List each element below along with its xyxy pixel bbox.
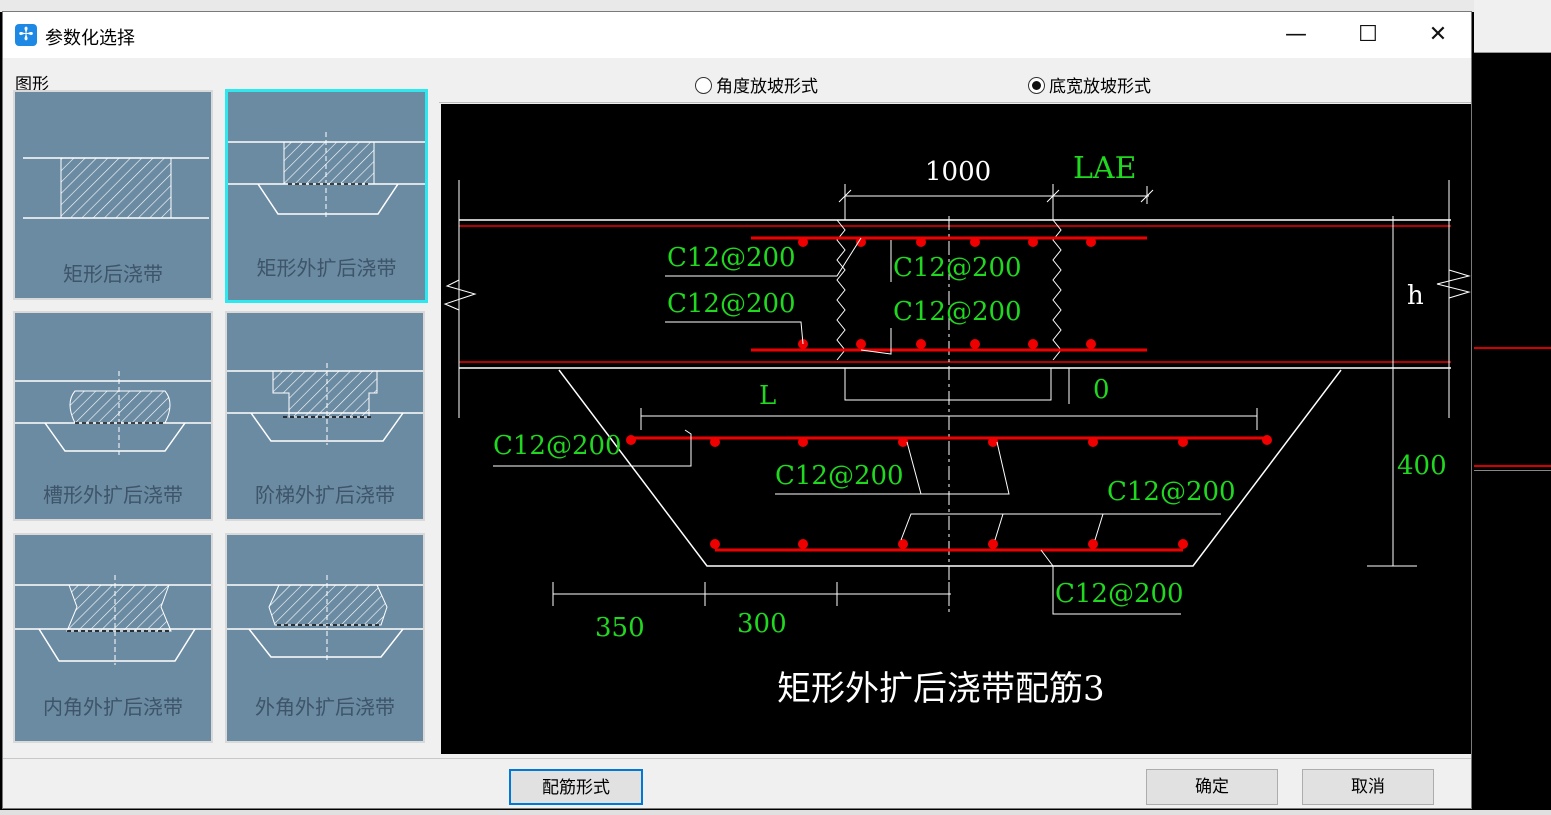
shape-item-label: 槽形外扩后浇带 xyxy=(43,483,183,507)
rebar-drawing: 1000 LAE h 400 0 L C12@200 C12@200 C12@2… xyxy=(443,151,1471,709)
shape-item-label: 内角外扩后浇带 xyxy=(43,695,183,719)
radio-angle-slope[interactable]: 角度放坡形式 xyxy=(695,72,818,97)
rebar-label-7: C12@200 xyxy=(1107,477,1236,507)
rebar-label-6: C12@200 xyxy=(775,461,904,491)
window-title: 参数化选择 xyxy=(45,28,135,49)
dim-1000-label: 1000 xyxy=(925,157,991,187)
shape-item-inner-angle-expanded[interactable]: 内角外扩后浇带 xyxy=(13,533,213,743)
maximize-button[interactable]: ☐ xyxy=(1333,12,1403,58)
radio-bottom-width-slope[interactable]: 底宽放坡形式 xyxy=(1028,72,1151,97)
lae-label: LAE xyxy=(1073,151,1137,186)
shape-item-outer-angle-expanded[interactable]: 外角外扩后浇带 xyxy=(225,533,425,743)
rebar-label-3: C12@200 xyxy=(667,289,796,319)
shape-item-label: 外角外扩后浇带 xyxy=(255,695,395,719)
radio-angle-slope-label: 角度放坡形式 xyxy=(716,77,818,97)
drawing-caption: 矩形外扩后浇带配筋3 xyxy=(777,669,1105,709)
dim-350-label: 350 xyxy=(595,613,645,643)
dialog-button-bar: 配筋形式 确定 取消 xyxy=(3,758,1471,809)
shape-item-rect-expanded[interactable]: 矩形外扩后浇带 xyxy=(225,89,428,303)
shape-item-label: 矩形外扩后浇带 xyxy=(256,256,397,280)
rebar-drawing-canvas: 1000 LAE h 400 0 L C12@200 C12@200 C12@2… xyxy=(441,104,1471,754)
shape-item-label: 阶梯外扩后浇带 xyxy=(255,483,395,507)
shape-item-groove-expanded[interactable]: 槽形外扩后浇带 xyxy=(13,311,213,521)
L-label: L xyxy=(759,381,776,411)
background-status-strip xyxy=(0,810,1551,815)
app-icon: ✢ xyxy=(15,24,37,46)
rebar-label-5: C12@200 xyxy=(493,431,622,461)
param-select-dialog: ✢ 参数化选择 — ☐ ✕ 图形 矩形后浇带 矩形外扩后浇带 槽形外扩后浇带 阶… xyxy=(2,11,1472,809)
background-cad-canvas xyxy=(1474,0,1551,815)
rebar-label-4: C12@200 xyxy=(893,297,1022,327)
dim-300-label: 300 xyxy=(737,609,787,639)
ok-button[interactable]: 确定 xyxy=(1146,769,1278,805)
depth-400-label: 400 xyxy=(1397,451,1447,481)
h-label: h xyxy=(1407,281,1424,311)
rebar-label-1: C12@200 xyxy=(667,243,796,273)
title-bar[interactable]: ✢ 参数化选择 — ☐ ✕ xyxy=(3,12,1471,58)
slope-mode-group: 角度放坡形式 底宽放坡形式 xyxy=(439,58,1471,103)
close-button[interactable]: ✕ xyxy=(1403,12,1473,58)
shape-item-label: 矩形后浇带 xyxy=(63,262,163,286)
minimize-button[interactable]: — xyxy=(1261,12,1331,58)
radio-bottom-width-slope-label: 底宽放坡形式 xyxy=(1049,77,1151,97)
rebar-label-2: C12@200 xyxy=(893,253,1022,283)
preview-panel: 角度放坡形式 底宽放坡形式 1000 LAE h 400 0 L C12@200… xyxy=(439,58,1471,758)
radio-checked-icon xyxy=(1028,77,1045,94)
cancel-button[interactable]: 取消 xyxy=(1302,769,1434,805)
shape-item-step-expanded[interactable]: 阶梯外扩后浇带 xyxy=(225,311,425,521)
zero-label: 0 xyxy=(1093,375,1110,405)
shape-item-rect-post-pour[interactable]: 矩形后浇带 xyxy=(13,90,213,300)
rebar-form-button[interactable]: 配筋形式 xyxy=(509,769,643,805)
radio-unchecked-icon xyxy=(695,77,712,94)
rebar-label-8: C12@200 xyxy=(1055,579,1184,609)
shape-list-panel: 图形 矩形后浇带 矩形外扩后浇带 槽形外扩后浇带 阶梯外扩后浇带 内角外扩后浇带… xyxy=(3,58,437,758)
